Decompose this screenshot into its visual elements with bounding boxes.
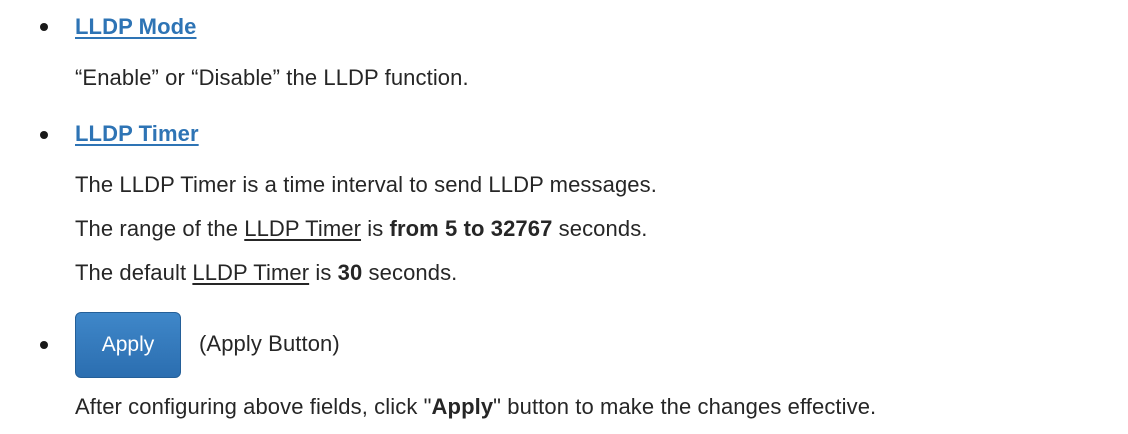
range-value: from 5 to 32767 xyxy=(389,216,553,241)
default-middle: is xyxy=(309,260,338,285)
default-term: LLDP Timer xyxy=(192,260,310,285)
default-value: 30 xyxy=(337,260,363,285)
apply-desc-bold: Apply xyxy=(431,394,494,419)
lldp-mode-description: “Enable” or “Disable” the LLDP function. xyxy=(75,65,469,90)
lldp-timer-default: The default LLDP Timer is 30 seconds. xyxy=(75,258,457,288)
heading-lldp-timer[interactable]: LLDP Timer xyxy=(75,119,199,149)
range-middle: is xyxy=(361,216,390,241)
apply-desc-suffix: " button to make the changes effective. xyxy=(493,394,877,419)
default-prefix: The default xyxy=(75,260,193,285)
lldp-timer-range: The range of the LLDP Timer is from 5 to… xyxy=(75,214,648,244)
bullet-apply xyxy=(40,341,48,349)
apply-caption: (Apply Button) xyxy=(199,331,340,356)
lldp-timer-description: The LLDP Timer is a time interval to sen… xyxy=(75,172,657,197)
range-prefix: The range of the xyxy=(75,216,245,241)
range-suffix: seconds. xyxy=(552,216,648,241)
bullet-lldp-timer xyxy=(40,131,48,139)
heading-lldp-mode[interactable]: LLDP Mode xyxy=(75,12,197,42)
apply-desc-prefix: After configuring above fields, click " xyxy=(75,394,432,419)
bullet-lldp-mode xyxy=(40,23,48,31)
range-term: LLDP Timer xyxy=(244,216,362,241)
apply-button[interactable]: Apply xyxy=(75,312,181,378)
apply-description: After configuring above fields, click "A… xyxy=(75,392,876,422)
default-suffix: seconds. xyxy=(362,260,458,285)
